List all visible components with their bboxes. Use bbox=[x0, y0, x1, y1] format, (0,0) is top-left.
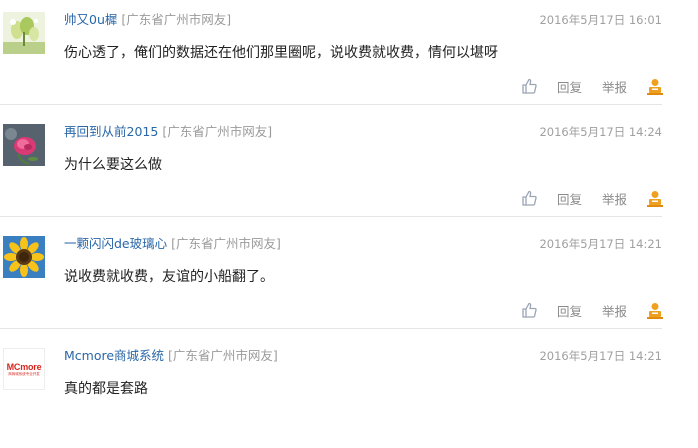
thumbs-up-icon[interactable] bbox=[521, 190, 537, 206]
report-person-icon[interactable] bbox=[647, 190, 663, 207]
comment-actions: 回复 举报 bbox=[521, 301, 663, 319]
timestamp: 2016年5月17日 14:21 bbox=[539, 349, 662, 363]
report-button[interactable]: 举报 bbox=[602, 77, 627, 96]
comment-divider bbox=[0, 216, 662, 217]
username-link[interactable]: 帅又0u樨 bbox=[64, 12, 117, 27]
brand-logo-text: MCmore bbox=[6, 361, 42, 372]
comment-header: 一颗闪闪de玻璃心 [广东省广州市网友] bbox=[64, 236, 281, 252]
comment-divider bbox=[0, 328, 662, 329]
reply-button[interactable]: 回复 bbox=[557, 301, 582, 320]
timestamp: 2016年5月17日 14:24 bbox=[539, 125, 662, 139]
avatar[interactable]: MCmore 商商城系统专业开发 bbox=[3, 348, 45, 390]
comment-actions: 回复 举报 bbox=[521, 77, 663, 95]
reply-button[interactable]: 回复 bbox=[557, 77, 582, 96]
thumbs-up-icon[interactable] bbox=[521, 302, 537, 318]
location-label: [广东省广州市网友] bbox=[121, 12, 232, 27]
comment-item: 帅又0u樨 [广东省广州市网友] 2016年5月17日 16:01 伤心透了，俺们… bbox=[0, 0, 698, 112]
comment-text: 为什么要这么做 bbox=[64, 157, 162, 173]
avatar[interactable] bbox=[3, 236, 45, 278]
report-button[interactable]: 举报 bbox=[602, 301, 627, 320]
username-link[interactable]: 再回到从前2015 bbox=[64, 124, 158, 139]
report-button[interactable]: 举报 bbox=[602, 189, 627, 208]
report-person-icon[interactable] bbox=[647, 302, 663, 319]
location-label: [广东省广州市网友] bbox=[171, 236, 281, 251]
avatar[interactable] bbox=[3, 124, 45, 166]
username-link[interactable]: Mcmore商城系统 bbox=[64, 348, 164, 363]
brand-logo-tagline: 商商城系统专业开发 bbox=[8, 371, 40, 376]
comment-item: 再回到从前2015 [广东省广州市网友] 2016年5月17日 14:24 为什么… bbox=[0, 112, 698, 224]
report-person-icon[interactable] bbox=[647, 78, 663, 95]
comment-item: 一颗闪闪de玻璃心 [广东省广州市网友] 2016年5月17日 14:21 说收费… bbox=[0, 224, 698, 336]
comment-divider bbox=[0, 104, 662, 105]
username-link[interactable]: 一颗闪闪de玻璃心 bbox=[64, 236, 167, 251]
flower-avatar-image bbox=[3, 12, 45, 54]
reply-button[interactable]: 回复 bbox=[557, 189, 582, 208]
comment-text: 伤心透了，俺们的数据还在他们那里圈呢，说收费就收费，情何以堪呀 bbox=[64, 45, 498, 61]
comment-item: MCmore 商商城系统专业开发 Mcmore商城系统 [广东省广州市网友] 20… bbox=[0, 336, 698, 448]
comment-text: 真的都是套路 bbox=[64, 381, 148, 397]
thumbs-up-icon[interactable] bbox=[521, 78, 537, 94]
comment-actions: 回复 举报 bbox=[521, 189, 663, 207]
timestamp: 2016年5月17日 14:21 bbox=[539, 237, 662, 251]
timestamp: 2016年5月17日 16:01 bbox=[539, 13, 662, 27]
location-label: [广东省广州市网友] bbox=[162, 124, 273, 139]
comment-text: 说收费就收费，友谊的小船翻了。 bbox=[64, 269, 274, 285]
comment-header: 帅又0u樨 [广东省广州市网友] bbox=[64, 12, 231, 28]
avatar[interactable] bbox=[3, 12, 45, 54]
comment-header: 再回到从前2015 [广东省广州市网友] bbox=[64, 124, 272, 140]
rose-avatar-image bbox=[3, 124, 45, 166]
comment-header: Mcmore商城系统 [广东省广州市网友] bbox=[64, 348, 278, 364]
location-label: [广东省广州市网友] bbox=[168, 348, 278, 363]
sunflower-avatar-image bbox=[3, 236, 45, 278]
